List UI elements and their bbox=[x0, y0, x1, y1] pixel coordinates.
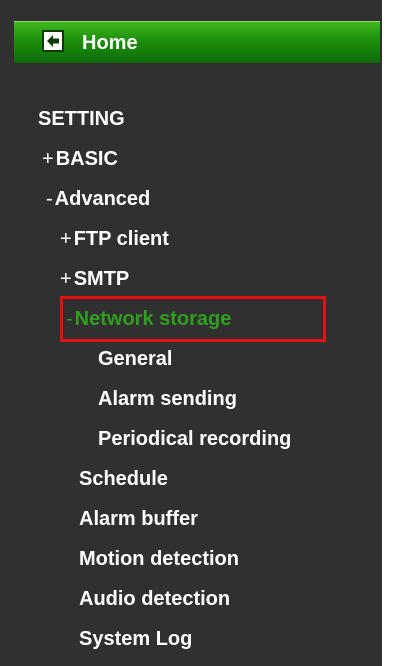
home-button[interactable]: Home bbox=[14, 21, 380, 63]
menu-item-audio-detection[interactable]: Audio detection bbox=[79, 586, 230, 612]
menu-item-network-storage-label: Network storage bbox=[74, 308, 232, 330]
menu-item-alarm-buffer[interactable]: Alarm buffer bbox=[79, 506, 198, 532]
menu-item-smtp-label: SMTP bbox=[73, 268, 130, 290]
menu-item-basic[interactable]: + BASIC bbox=[42, 146, 118, 172]
expand-plus-icon: + bbox=[60, 228, 72, 250]
menu-item-schedule[interactable]: Schedule bbox=[79, 466, 168, 492]
home-label: Home bbox=[82, 32, 138, 54]
collapse-minus-icon: - bbox=[66, 308, 73, 330]
menu-item-motion-detection[interactable]: Motion detection bbox=[79, 546, 239, 572]
submenu-item-alarm-sending[interactable]: Alarm sending bbox=[98, 386, 237, 412]
submenu-item-general[interactable]: General bbox=[98, 346, 172, 372]
setting-section-title: SETTING bbox=[38, 108, 125, 130]
expand-plus-icon: + bbox=[60, 268, 72, 290]
menu-item-smtp[interactable]: + SMTP bbox=[60, 266, 129, 292]
submenu-item-periodical-recording[interactable]: Periodical recording bbox=[98, 426, 291, 452]
menu-item-advanced-label: Advanced bbox=[54, 188, 151, 210]
menu-item-advanced[interactable]: - Advanced bbox=[46, 186, 150, 212]
back-arrow-icon bbox=[42, 30, 64, 52]
menu-item-system-log[interactable]: System Log bbox=[79, 626, 192, 652]
menu-item-ftp-client[interactable]: + FTP client bbox=[60, 226, 169, 252]
collapse-minus-icon: - bbox=[46, 188, 53, 210]
menu-item-network-storage[interactable]: - Network storage bbox=[66, 306, 231, 332]
menu-item-ftp-client-label: FTP client bbox=[73, 228, 169, 250]
expand-plus-icon: + bbox=[42, 148, 54, 170]
menu-item-basic-label: BASIC bbox=[55, 148, 118, 170]
settings-menu-panel: Home SETTING + BASIC - Advanced + FTP clien… bbox=[0, 0, 382, 666]
